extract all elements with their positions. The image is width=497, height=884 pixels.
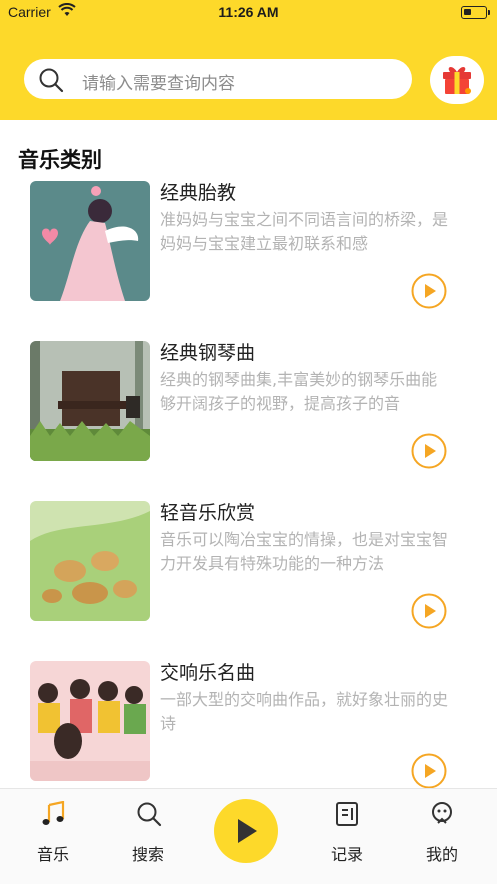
- search-icon: [137, 802, 162, 827]
- list-item[interactable]: 经典钢琴曲 经典的钢琴曲集,丰富美妙的钢琴乐曲能够开阔孩子的视野，提高孩子的音: [0, 341, 497, 501]
- list-item[interactable]: 经典胎教 准妈妈与宝宝之间不同语言间的桥梁，是妈妈与宝宝建立最初联系和感: [0, 181, 497, 341]
- item-description: 音乐可以陶冶宝宝的情操，也是对宝宝智力开发具有特殊功能的一种方法: [160, 530, 449, 573]
- item-title: 轻音乐欣赏: [160, 502, 256, 524]
- thumbnail-image: [30, 501, 150, 621]
- gift-button[interactable]: [430, 56, 484, 104]
- music-note-icon: [42, 801, 65, 825]
- tab-label: 记录: [330, 845, 363, 864]
- tab-music[interactable]: 音乐: [23, 789, 83, 884]
- tab-label: 音乐: [36, 845, 69, 864]
- search-placeholder: 请输入需要查询内容: [82, 74, 235, 94]
- item-description: 一部大型的交响曲作品，就好象壮丽的史诗: [160, 690, 449, 733]
- play-button[interactable]: [411, 753, 447, 789]
- tab-search[interactable]: 搜索: [118, 789, 178, 884]
- gift-icon: [443, 67, 471, 94]
- play-button[interactable]: [411, 273, 447, 309]
- tab-label: 我的: [425, 845, 458, 864]
- search-input[interactable]: 请输入需要查询内容: [24, 59, 412, 99]
- item-description: 经典的钢琴曲集,丰富美妙的钢琴乐曲能够开阔孩子的视野，提高孩子的音: [160, 370, 438, 413]
- tab-profile[interactable]: 我的: [412, 789, 472, 884]
- play-icon: [238, 819, 257, 843]
- profile-icon: [432, 802, 452, 824]
- play-button[interactable]: [411, 433, 447, 469]
- item-description: 准妈妈与宝宝之间不同语言间的桥梁，是妈妈与宝宝建立最初联系和感: [160, 210, 449, 253]
- status-bar: Carrier 11:26 AM: [0, 0, 497, 26]
- status-time: 11:26 AM: [218, 4, 279, 20]
- tab-record[interactable]: 记录: [317, 789, 377, 884]
- thumbnail-image: [30, 341, 150, 461]
- center-play-button[interactable]: [214, 799, 278, 863]
- item-title: 经典胎教: [160, 182, 237, 204]
- play-button[interactable]: [411, 593, 447, 629]
- thumbnail-image: [30, 181, 150, 301]
- record-icon: [336, 802, 358, 826]
- list-item[interactable]: 轻音乐欣赏 音乐可以陶冶宝宝的情操，也是对宝宝智力开发具有特殊功能的一种方法: [0, 501, 497, 661]
- item-title: 交响乐名曲: [160, 662, 256, 684]
- item-title: 经典钢琴曲: [160, 342, 256, 364]
- header: 请输入需要查询内容: [0, 26, 497, 120]
- tab-label: 搜索: [131, 845, 164, 864]
- section-title: 音乐类别: [18, 148, 102, 172]
- thumbnail-image: [30, 661, 150, 781]
- battery-icon: [461, 6, 490, 19]
- search-icon: [39, 68, 64, 93]
